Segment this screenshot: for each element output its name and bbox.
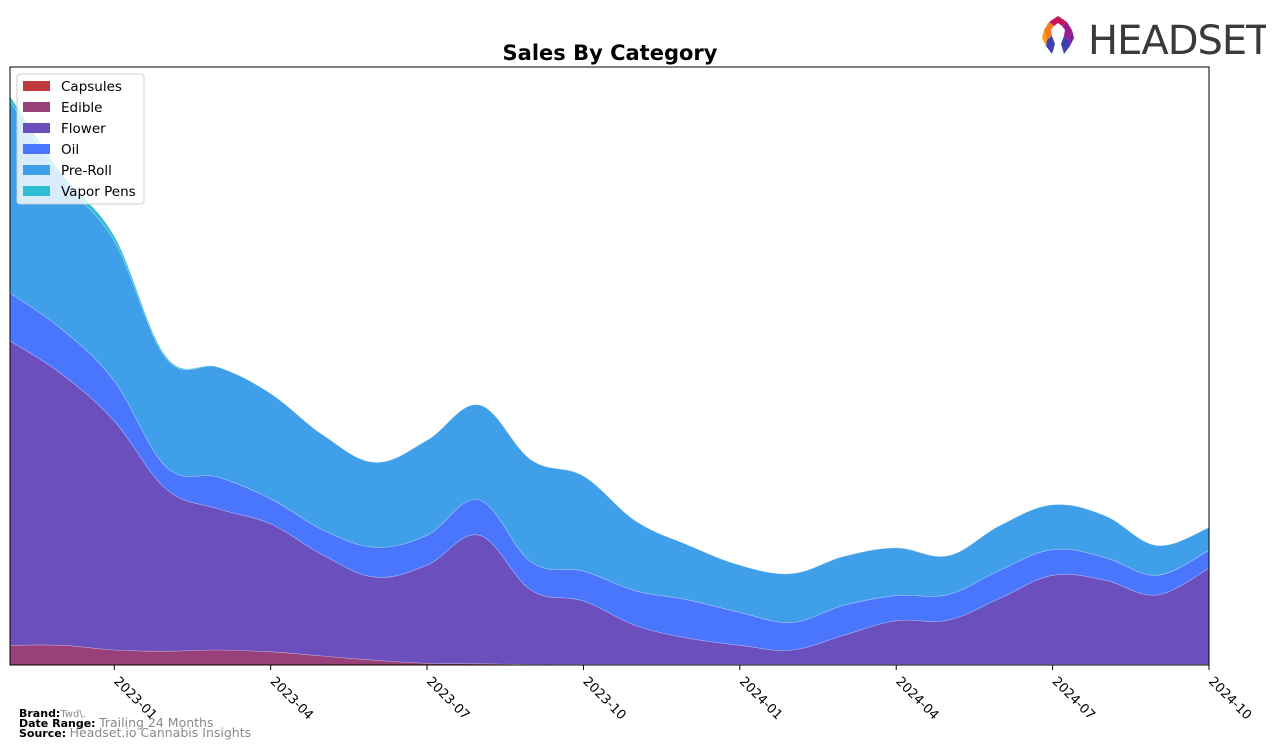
- legend-label-vapor-pens: Vapor Pens: [61, 184, 136, 200]
- x-axis: 2023-01 2023-04 2023-07 2023-10 2024-01 2024-…: [110, 665, 1254, 723]
- headset-logo-icon: [1042, 16, 1074, 54]
- x-tick-label: 2024-01: [736, 674, 785, 723]
- source-value: Headset.io Cannabis Insights: [69, 725, 252, 740]
- x-tick-label: 2023-10: [580, 674, 629, 723]
- legend: Capsules Edible Flower Oil Pre-Roll Vapor Pen…: [16, 73, 145, 205]
- legend-swatch-vapor-pens: [23, 186, 50, 196]
- chart-title: Sales By Category: [503, 41, 718, 65]
- x-tick-label: 2023-07: [423, 674, 472, 723]
- legend-swatch-edible: [23, 102, 50, 112]
- legend-swatch-capsules: [23, 81, 50, 91]
- headset-logo-text: HEADSET: [1088, 18, 1266, 62]
- source-label: Source:: [19, 727, 67, 740]
- legend-label-flower: Flower: [61, 121, 106, 137]
- footer-source: Source: Headset.io Cannabis Insights: [19, 725, 252, 740]
- legend-swatch-flower: [23, 123, 50, 133]
- x-tick-label: 2024-10: [1205, 674, 1254, 723]
- legend-label-oil: Oil: [61, 142, 79, 158]
- area-layers: [9, 95, 1210, 666]
- headset-logo: HEADSET: [1042, 16, 1266, 62]
- legend-label-capsules: Capsules: [61, 79, 122, 95]
- legend-label-pre-roll: Pre-Roll: [61, 163, 112, 179]
- legend-swatch-pre-roll: [23, 165, 50, 175]
- sales-by-category-chart: Sales By Category 2023-01 2023-04 2023-07 2…: [9, 41, 1254, 723]
- legend-label-edible: Edible: [61, 100, 102, 116]
- x-tick-label: 2024-04: [892, 674, 941, 723]
- legend-swatch-oil: [23, 144, 50, 154]
- x-tick-label: 2024-07: [1049, 674, 1098, 723]
- x-tick-label: 2023-04: [267, 674, 316, 723]
